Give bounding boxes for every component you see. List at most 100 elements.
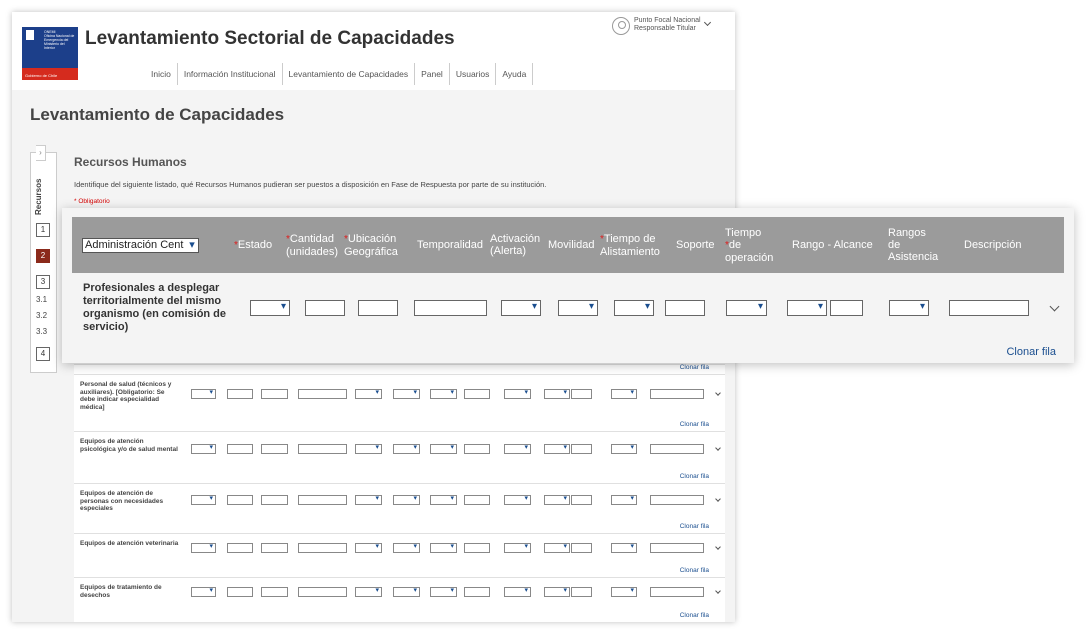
- temporalidad-input[interactable]: [298, 587, 347, 597]
- tiempo-operacion-select[interactable]: [504, 443, 531, 454]
- step-4[interactable]: 4: [36, 347, 50, 361]
- rangos-asistencia-select[interactable]: [611, 388, 637, 399]
- rangos-asistencia-select[interactable]: [889, 300, 929, 316]
- rango-select[interactable]: [544, 494, 570, 505]
- estado-select[interactable]: [191, 586, 216, 597]
- descripcion-input[interactable]: [650, 389, 704, 399]
- rango-select[interactable]: [544, 586, 570, 597]
- descripcion-input[interactable]: [949, 300, 1029, 316]
- chevron-down-icon[interactable]: [1049, 301, 1060, 312]
- rango-input[interactable]: [571, 444, 592, 454]
- activacion-select[interactable]: [355, 542, 382, 553]
- descripcion-input[interactable]: [650, 495, 704, 505]
- movilidad-select[interactable]: [393, 494, 420, 505]
- tiempo-alistamiento-select[interactable]: [430, 494, 457, 505]
- cantidad-input[interactable]: [227, 543, 253, 553]
- rango-select[interactable]: [544, 542, 570, 553]
- step-3-2[interactable]: 3.2: [36, 311, 47, 320]
- tiempo-alistamiento-select[interactable]: [430, 542, 457, 553]
- movilidad-select[interactable]: [393, 388, 420, 399]
- soporte-input[interactable]: [464, 389, 490, 399]
- soporte-input[interactable]: [464, 444, 490, 454]
- nav-inicio[interactable]: Inicio: [145, 63, 178, 85]
- cantidad-input[interactable]: [227, 587, 253, 597]
- rango-select[interactable]: [544, 388, 570, 399]
- soporte-input[interactable]: [464, 495, 490, 505]
- clone-row-link[interactable]: Clonar fila: [680, 364, 709, 371]
- rangos-asistencia-select[interactable]: [611, 542, 637, 553]
- institution-select[interactable]: Administración Cent: [82, 238, 199, 253]
- temporalidad-input[interactable]: [298, 543, 347, 553]
- movilidad-select[interactable]: [393, 542, 420, 553]
- step-3[interactable]: 3: [36, 275, 50, 289]
- clone-row-link[interactable]: Clonar fila: [1006, 346, 1056, 358]
- temporalidad-input[interactable]: [414, 300, 487, 316]
- temporalidad-input[interactable]: [298, 389, 347, 399]
- rangos-asistencia-select[interactable]: [611, 494, 637, 505]
- tiempo-operacion-select[interactable]: [504, 586, 531, 597]
- step-2[interactable]: 2: [36, 249, 50, 263]
- descripcion-input[interactable]: [650, 587, 704, 597]
- clone-row-link[interactable]: Clonar fila: [680, 612, 709, 619]
- cantidad-input[interactable]: [227, 389, 253, 399]
- tiempo-operacion-select[interactable]: [726, 300, 767, 316]
- activacion-select[interactable]: [355, 388, 382, 399]
- rangos-asistencia-select[interactable]: [611, 443, 637, 454]
- chevron-down-icon[interactable]: [715, 588, 721, 594]
- chevron-down-icon[interactable]: [715, 496, 721, 502]
- chevron-down-icon[interactable]: [715, 544, 721, 550]
- temporalidad-input[interactable]: [298, 444, 347, 454]
- tiempo-alistamiento-select[interactable]: [614, 300, 654, 316]
- chevron-down-icon[interactable]: [703, 18, 712, 27]
- clone-row-link[interactable]: Clonar fila: [680, 523, 709, 530]
- cantidad-input[interactable]: [305, 300, 345, 316]
- nav-panel[interactable]: Panel: [415, 63, 450, 85]
- temporalidad-input[interactable]: [298, 495, 347, 505]
- soporte-input[interactable]: [464, 587, 490, 597]
- descripcion-input[interactable]: [650, 543, 704, 553]
- movilidad-select[interactable]: [558, 300, 598, 316]
- tiempo-operacion-select[interactable]: [504, 494, 531, 505]
- step-1[interactable]: 1: [36, 223, 50, 237]
- ubicacion-input[interactable]: [261, 543, 288, 553]
- rango-input[interactable]: [571, 543, 592, 553]
- tiempo-alistamiento-select[interactable]: [430, 586, 457, 597]
- ubicacion-input[interactable]: [358, 300, 398, 316]
- tiempo-alistamiento-select[interactable]: [430, 388, 457, 399]
- step-panel-toggle-icon[interactable]: ›: [36, 145, 46, 161]
- cantidad-input[interactable]: [227, 495, 253, 505]
- ubicacion-input[interactable]: [261, 495, 288, 505]
- rangos-asistencia-select[interactable]: [611, 586, 637, 597]
- tiempo-operacion-select[interactable]: [504, 388, 531, 399]
- tiempo-operacion-select[interactable]: [504, 542, 531, 553]
- chevron-down-icon[interactable]: [715, 390, 721, 396]
- step-3-1[interactable]: 3.1: [36, 295, 47, 304]
- soporte-input[interactable]: [464, 543, 490, 553]
- step-3-3[interactable]: 3.3: [36, 327, 47, 336]
- nav-usuarios[interactable]: Usuarios: [450, 63, 497, 85]
- estado-select[interactable]: [191, 388, 216, 399]
- activacion-select[interactable]: [355, 586, 382, 597]
- soporte-input[interactable]: [665, 300, 705, 316]
- activacion-select[interactable]: [501, 300, 541, 316]
- estado-select[interactable]: [191, 443, 216, 454]
- rango-select[interactable]: [544, 443, 570, 454]
- nav-informacion-institucional[interactable]: Información Institucional: [178, 63, 283, 85]
- user-menu[interactable]: Punto Focal Nacional Responsable Titular: [612, 15, 732, 39]
- rango-select[interactable]: [787, 300, 827, 316]
- clone-row-link[interactable]: Clonar fila: [680, 473, 709, 480]
- ubicacion-input[interactable]: [261, 444, 288, 454]
- rango-input[interactable]: [830, 300, 863, 316]
- descripcion-input[interactable]: [650, 444, 704, 454]
- chevron-down-icon[interactable]: [715, 445, 721, 451]
- clone-row-link[interactable]: Clonar fila: [680, 567, 709, 574]
- estado-select[interactable]: [191, 494, 216, 505]
- rango-input[interactable]: [571, 389, 592, 399]
- cantidad-input[interactable]: [227, 444, 253, 454]
- estado-select[interactable]: [250, 300, 290, 316]
- movilidad-select[interactable]: [393, 443, 420, 454]
- ubicacion-input[interactable]: [261, 587, 288, 597]
- estado-select[interactable]: [191, 542, 216, 553]
- movilidad-select[interactable]: [393, 586, 420, 597]
- activacion-select[interactable]: [355, 443, 382, 454]
